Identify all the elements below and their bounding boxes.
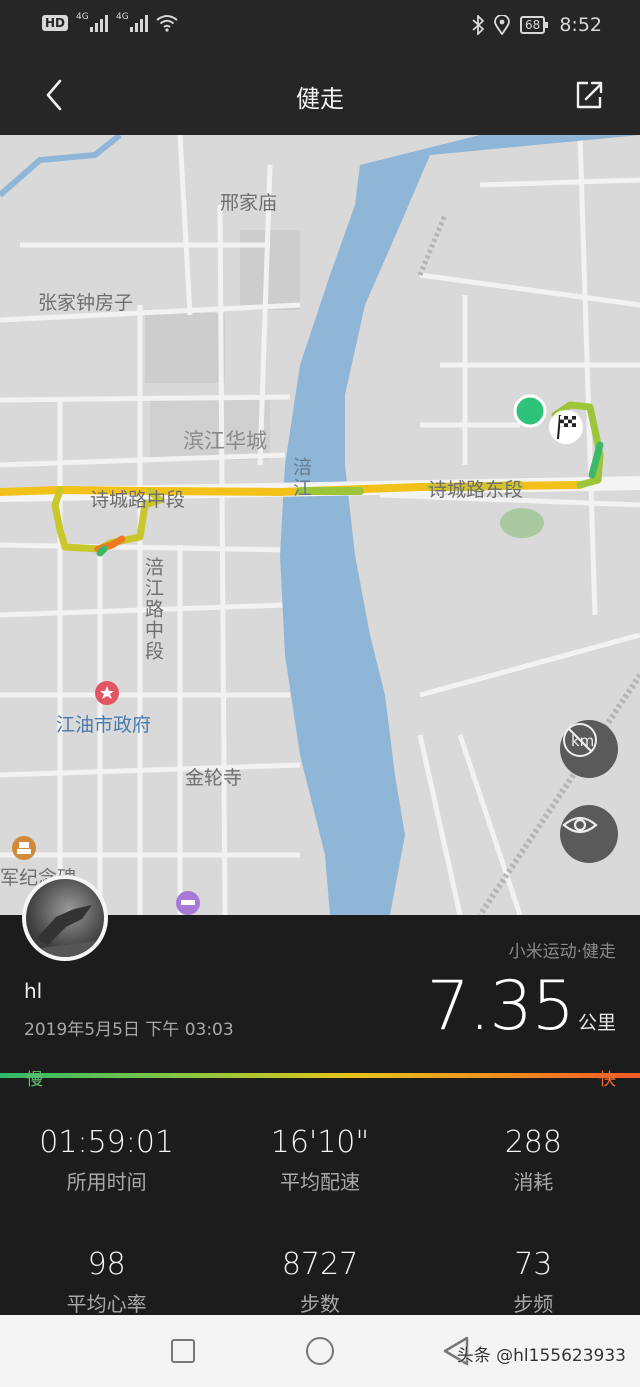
phone-screen: HD 4G 4G 68 8:52 健走 邢家庙 张家钟房子 滨江华城 涪江 诗城… [0, 0, 640, 1387]
stat-value: 16'10" [270, 1125, 370, 1160]
map-label-jinlunsi: 金轮寺 [185, 767, 243, 789]
avatar[interactable] [22, 875, 108, 961]
stat-label: 消耗 [513, 1170, 554, 1194]
watermark-text: 头条 @hl15562393​3 [456, 1346, 626, 1366]
stat-label: 平均心率 [66, 1292, 147, 1316]
route-map[interactable]: 邢家庙 张家钟房子 滨江华城 涪江 诗城路中段 诗城路东段 涪江路中段 江油市政… [0, 135, 640, 915]
stat-value: 288 [504, 1125, 562, 1160]
status-left: HD 4G 4G [42, 12, 178, 32]
eye-icon [562, 816, 598, 834]
stat-value: 8727 [281, 1247, 359, 1282]
status-bar: HD 4G 4G 68 8:52 [0, 0, 640, 55]
start-marker [513, 394, 547, 428]
status-right: 68 8:52 [472, 14, 602, 36]
map-label-binjiang: 滨江华城 [183, 429, 267, 453]
avatar-image [34, 905, 96, 957]
signal-icon: 4G [76, 12, 109, 32]
network-type-label: 4G [76, 12, 89, 22]
wifi-icon [156, 15, 178, 32]
network-type-label: 4G [116, 12, 129, 22]
distance-unit: 公里 [577, 1012, 616, 1034]
stats-grid: 01:59:01 所用时间 16'10" 平均配速 288 消耗 98 平均心率… [0, 1125, 640, 1317]
stat-pace: 16'10" 平均配速 [213, 1125, 426, 1195]
activity-datetime: 2019年5月5日 下午 03:03 [24, 1020, 234, 1040]
distance-display: 7.35 公里 [427, 967, 616, 1046]
battery-icon: 68 [520, 16, 549, 34]
map-label-shicheng-east: 诗城路东段 [428, 479, 524, 501]
speed-gradient-bar [0, 1073, 640, 1078]
railway [477, 673, 640, 915]
stat-value: 98 [87, 1247, 126, 1282]
stat-label: 步频 [513, 1292, 554, 1316]
clock: 8:52 [559, 14, 602, 36]
bluetooth-icon [472, 15, 485, 35]
system-nav-bar: 头条 @hl15562393​3 [0, 1315, 640, 1387]
stat-label: 平均配速 [279, 1170, 360, 1194]
km-marker-toggle-button[interactable]: km [560, 720, 618, 778]
home-button[interactable] [306, 1337, 334, 1365]
username: hl [24, 979, 43, 1003]
stat-value: 73 [514, 1247, 553, 1282]
share-icon [576, 81, 603, 109]
stat-calories: 288 消耗 [427, 1125, 640, 1195]
share-button[interactable] [564, 73, 612, 117]
hotel-icon [176, 891, 200, 915]
map-label-government: 江油市政府 [56, 714, 152, 736]
stat-value: 01:59:01 [39, 1125, 175, 1160]
app-header: 健走 [0, 55, 640, 135]
map-label-shicheng-mid: 诗城路中段 [90, 489, 186, 511]
recent-apps-button[interactable] [171, 1339, 195, 1363]
visibility-toggle-button[interactable] [560, 805, 618, 863]
canal [0, 135, 122, 198]
stat-label: 步数 [299, 1292, 340, 1316]
map-label-zhangjiazhong: 张家钟房子 [38, 292, 134, 314]
hd-icon: HD [42, 15, 69, 31]
stat-cadence: 73 步频 [427, 1247, 640, 1317]
page-title: 健走 [296, 85, 344, 113]
location-icon [494, 15, 510, 35]
memorial-icon [12, 836, 36, 860]
map-label-fu-river: 涪江 [290, 457, 312, 499]
speed-fast-label: 快 [599, 1070, 616, 1090]
finish-flag-icon [549, 410, 583, 444]
map-canvas [0, 135, 640, 915]
map-label-xingjiamiao: 邢家庙 [220, 192, 278, 214]
map-label-fujiang-road: 涪江路中段 [142, 557, 164, 662]
km-marker-off-icon: km [563, 723, 597, 757]
stat-label: 所用时间 [66, 1170, 147, 1194]
data-source-label: 小米运动·健走 [508, 942, 616, 962]
activity-summary-panel: 小米运动·健走 hl 2019年5月5日 下午 03:03 7.35 公里 慢 … [0, 875, 640, 1317]
distance-value: 7.35 [426, 967, 575, 1046]
stat-duration: 01:59:01 所用时间 [0, 1125, 213, 1195]
signal-icon: 4G [116, 12, 149, 32]
stat-steps: 8727 步数 [213, 1247, 426, 1317]
stat-heart-rate: 98 平均心率 [0, 1247, 213, 1317]
government-pin-icon [95, 681, 119, 705]
speed-slow-label: 慢 [26, 1070, 43, 1090]
